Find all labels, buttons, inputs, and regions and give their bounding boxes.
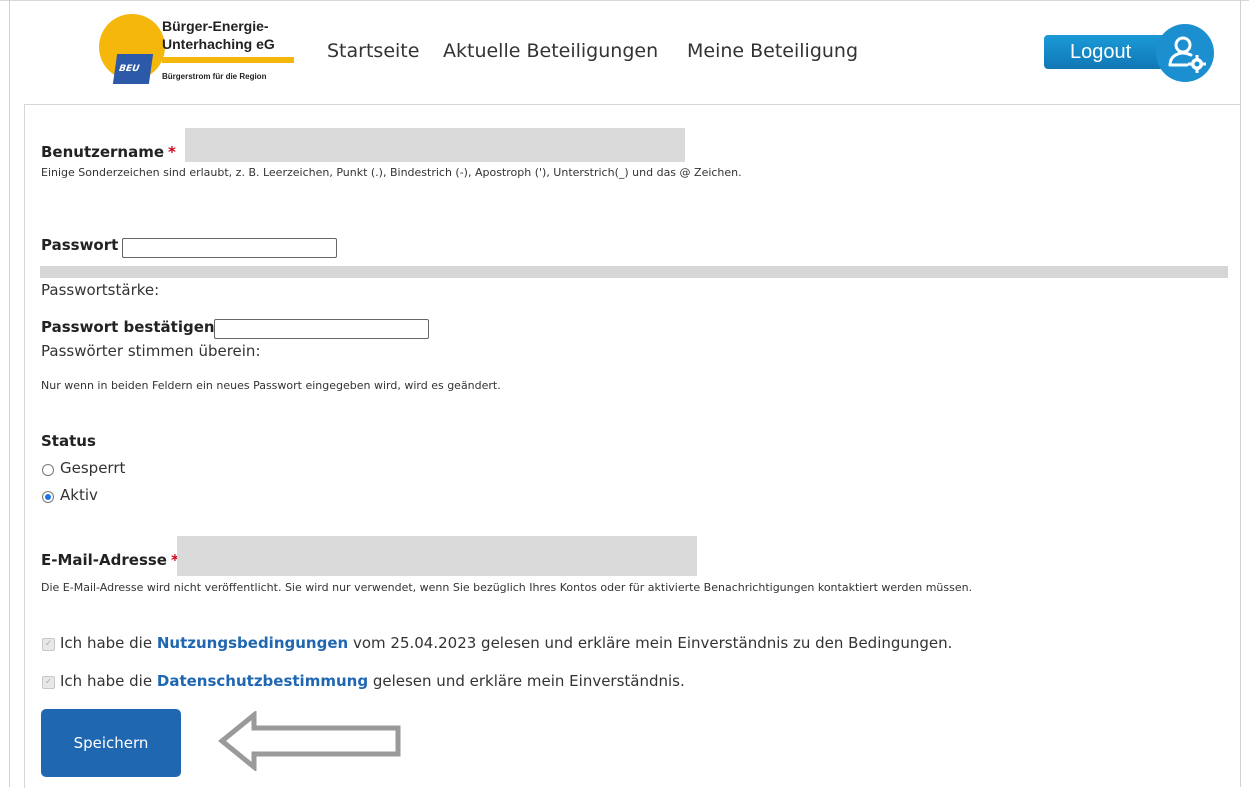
logo-underline bbox=[162, 57, 294, 63]
email-field[interactable] bbox=[177, 536, 697, 576]
logo-name-line2: Unterhaching eG bbox=[162, 36, 275, 52]
nav-link-meine-beteiligung[interactable]: Meine Beteiligung bbox=[687, 40, 858, 62]
status-option-gesperrt[interactable]: Gesperrt bbox=[60, 459, 125, 477]
save-button[interactable]: Speichern bbox=[41, 709, 181, 777]
privacy-checkbox[interactable]: ✓ bbox=[42, 676, 55, 689]
password-match-label: Passwörter stimmen überein: bbox=[41, 342, 261, 360]
logo-abbrev: BEU bbox=[118, 64, 141, 74]
user-settings-icon[interactable] bbox=[1156, 24, 1214, 82]
logout-area: Logout bbox=[1044, 24, 1216, 82]
username-label: Benutzername * bbox=[41, 143, 176, 161]
terms-link[interactable]: Nutzungsbedingungen bbox=[157, 634, 348, 652]
nav-link-startseite[interactable]: Startseite bbox=[327, 40, 419, 62]
email-label-text: E-Mail-Adresse bbox=[41, 551, 167, 569]
beu-logo[interactable]: BEU Bürger-Energie- Unterhaching eG Bürg… bbox=[97, 14, 307, 88]
status-radio-gesperrt[interactable] bbox=[42, 464, 54, 476]
logo-tagline: Bürgerstrom für die Region bbox=[162, 72, 267, 81]
email-help: Die E-Mail-Adresse wird nicht veröffentl… bbox=[41, 581, 973, 594]
terms-text: Ich habe die Nutzungsbedingungen vom 25.… bbox=[60, 634, 952, 652]
status-option-aktiv[interactable]: Aktiv bbox=[60, 486, 98, 504]
annotation-arrow-icon bbox=[218, 711, 401, 771]
password-confirm-input[interactable] bbox=[214, 319, 429, 339]
password-strength-bar bbox=[40, 266, 1228, 278]
status-radio-aktiv[interactable] bbox=[42, 491, 54, 503]
password-label: Passwort bbox=[41, 236, 119, 254]
username-label-text: Benutzername bbox=[41, 143, 165, 161]
privacy-text: Ich habe die Datenschutzbestimmung geles… bbox=[60, 672, 685, 690]
password-confirm-label: Passwort bestätigen bbox=[41, 318, 215, 336]
logout-button[interactable]: Logout bbox=[1044, 35, 1174, 69]
password-help: Nur wenn in beiden Feldern ein neues Pas… bbox=[41, 379, 501, 392]
status-label: Status bbox=[41, 432, 96, 450]
privacy-link[interactable]: Datenschutzbestimmung bbox=[157, 672, 368, 690]
password-input[interactable] bbox=[122, 238, 337, 258]
terms-checkbox[interactable]: ✓ bbox=[42, 638, 55, 651]
username-field[interactable] bbox=[185, 128, 685, 162]
password-strength-label: Passwortstärke: bbox=[41, 281, 160, 299]
user-gear-icon bbox=[1168, 36, 1206, 73]
logo-name-line1: Bürger-Energie- bbox=[162, 18, 269, 34]
username-help: Einige Sonderzeichen sind erlaubt, z. B.… bbox=[41, 166, 742, 179]
privacy-suffix: gelesen und erkläre mein Einverständnis. bbox=[372, 672, 685, 690]
terms-prefix: Ich habe die bbox=[60, 634, 153, 652]
nav-link-aktuelle-beteiligungen[interactable]: Aktuelle Beteiligungen bbox=[443, 40, 658, 62]
terms-suffix: vom 25.04.2023 gelesen und erkläre mein … bbox=[352, 634, 953, 652]
privacy-prefix: Ich habe die bbox=[60, 672, 153, 690]
email-label: E-Mail-Adresse * bbox=[41, 551, 179, 569]
required-marker: * bbox=[168, 143, 176, 161]
logo-flag-icon: BEU bbox=[112, 54, 154, 84]
